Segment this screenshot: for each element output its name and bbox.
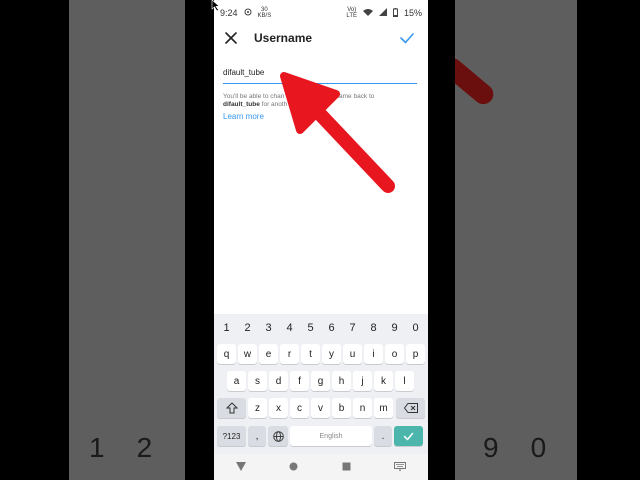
language-key[interactable] (268, 426, 288, 446)
data-speed-badge: 30 KB/S (258, 7, 272, 19)
page-title: Username (254, 31, 313, 45)
keyboard-row-4: ?123 , English . (214, 426, 428, 448)
help-text-part: sername back to (326, 93, 375, 100)
key-c[interactable]: c (290, 398, 309, 418)
close-icon[interactable] (222, 29, 240, 47)
shift-key[interactable] (217, 398, 246, 418)
key-i[interactable]: i (364, 344, 383, 364)
learn-more-link[interactable]: Learn more (223, 112, 264, 121)
blurred-digit: 0 (530, 432, 547, 463)
key-o[interactable]: o (385, 344, 404, 364)
key-q[interactable]: q (217, 344, 236, 364)
key-l[interactable]: l (395, 371, 414, 391)
key-0[interactable]: 0 (406, 318, 425, 338)
location-icon (244, 8, 252, 18)
checkmark-icon (403, 432, 414, 440)
key-n[interactable]: n (353, 398, 372, 418)
key-2[interactable]: 2 (238, 318, 257, 338)
navigation-bar (214, 454, 428, 480)
key-1[interactable]: 1 (217, 318, 236, 338)
key-r[interactable]: r (280, 344, 299, 364)
network-type-badge: Vo) LTE (346, 7, 357, 19)
backspace-icon (403, 403, 418, 413)
shift-icon (225, 402, 238, 414)
mouse-cursor-icon (211, 0, 220, 12)
app-header: Username (214, 26, 428, 50)
phone-screen: 9:24 30 KB/S Vo) LTE 15% Username difaul… (214, 0, 428, 480)
key-7[interactable]: 7 (343, 318, 362, 338)
on-screen-keyboard: 1 2 3 4 5 6 7 8 9 0 q w e r t y u i o p … (214, 314, 428, 454)
keyboard-row-2: a s d f g h j k l (214, 371, 428, 393)
key-j[interactable]: j (353, 371, 372, 391)
back-triangle-icon[interactable] (235, 458, 246, 476)
blurred-digit: 2 (136, 432, 153, 463)
key-f[interactable]: f (290, 371, 309, 391)
enter-key[interactable] (394, 426, 423, 446)
signal-icon (378, 8, 387, 18)
key-a[interactable]: a (227, 371, 246, 391)
blurred-background-right: 9 0 (455, 0, 577, 480)
key-e[interactable]: e (259, 344, 278, 364)
keyboard-hide-icon[interactable] (394, 458, 407, 476)
key-8[interactable]: 8 (364, 318, 383, 338)
blurred-digit: 9 (483, 432, 499, 463)
wifi-icon (362, 8, 373, 18)
recents-square-icon[interactable] (342, 458, 351, 476)
username-input[interactable] (223, 62, 417, 84)
key-b[interactable]: b (332, 398, 351, 418)
key-z[interactable]: z (248, 398, 267, 418)
key-4[interactable]: 4 (280, 318, 299, 338)
key-v[interactable]: v (311, 398, 330, 418)
comma-key[interactable]: , (248, 426, 266, 446)
key-s[interactable]: s (248, 371, 267, 391)
battery-percent: 15% (403, 8, 422, 18)
status-bar: 9:24 30 KB/S Vo) LTE 15% (214, 0, 428, 26)
help-text-part: You'll be able to chan (223, 93, 285, 100)
key-u[interactable]: u (343, 344, 362, 364)
key-y[interactable]: y (322, 344, 341, 364)
help-text-part: for anoth (261, 101, 288, 108)
blurred-digits-right: 9 0 (483, 432, 546, 464)
key-9[interactable]: 9 (385, 318, 404, 338)
key-h[interactable]: h (332, 371, 351, 391)
blurred-background-left: 1 2 (69, 0, 185, 480)
key-w[interactable]: w (238, 344, 257, 364)
help-text-username: difault_tube (223, 101, 260, 108)
key-g[interactable]: g (311, 371, 330, 391)
keyboard-row-1: q w e r t y u i o p (214, 344, 428, 366)
data-speed-unit: KB/S (257, 13, 272, 19)
symbols-key[interactable]: ?123 (217, 426, 246, 446)
keyboard-number-row: 1 2 3 4 5 6 7 8 9 0 (214, 318, 428, 340)
key-5[interactable]: 5 (301, 318, 320, 338)
space-key[interactable]: English (290, 426, 372, 446)
checkmark-icon[interactable] (398, 29, 416, 47)
keyboard-row-3: z x c v b n m (214, 398, 428, 420)
backspace-key[interactable] (396, 398, 425, 418)
key-x[interactable]: x (269, 398, 288, 418)
blurred-digits-left: 1 2 (89, 432, 152, 464)
blurred-arrow-shape (455, 54, 498, 109)
key-k[interactable]: k (374, 371, 393, 391)
key-m[interactable]: m (374, 398, 393, 418)
username-help-text: You'll be able to chan sername back to di… (223, 93, 419, 109)
key-p[interactable]: p (406, 344, 425, 364)
key-6[interactable]: 6 (322, 318, 341, 338)
globe-icon (272, 430, 284, 442)
home-circle-icon[interactable] (289, 458, 298, 476)
key-t[interactable]: t (301, 344, 320, 364)
network-label: LTE (346, 13, 357, 19)
period-key[interactable]: . (374, 426, 392, 446)
key-3[interactable]: 3 (259, 318, 278, 338)
status-time: 9:24 (220, 8, 238, 18)
blurred-digit: 1 (89, 432, 105, 463)
key-d[interactable]: d (269, 371, 288, 391)
battery-icon (392, 7, 398, 19)
